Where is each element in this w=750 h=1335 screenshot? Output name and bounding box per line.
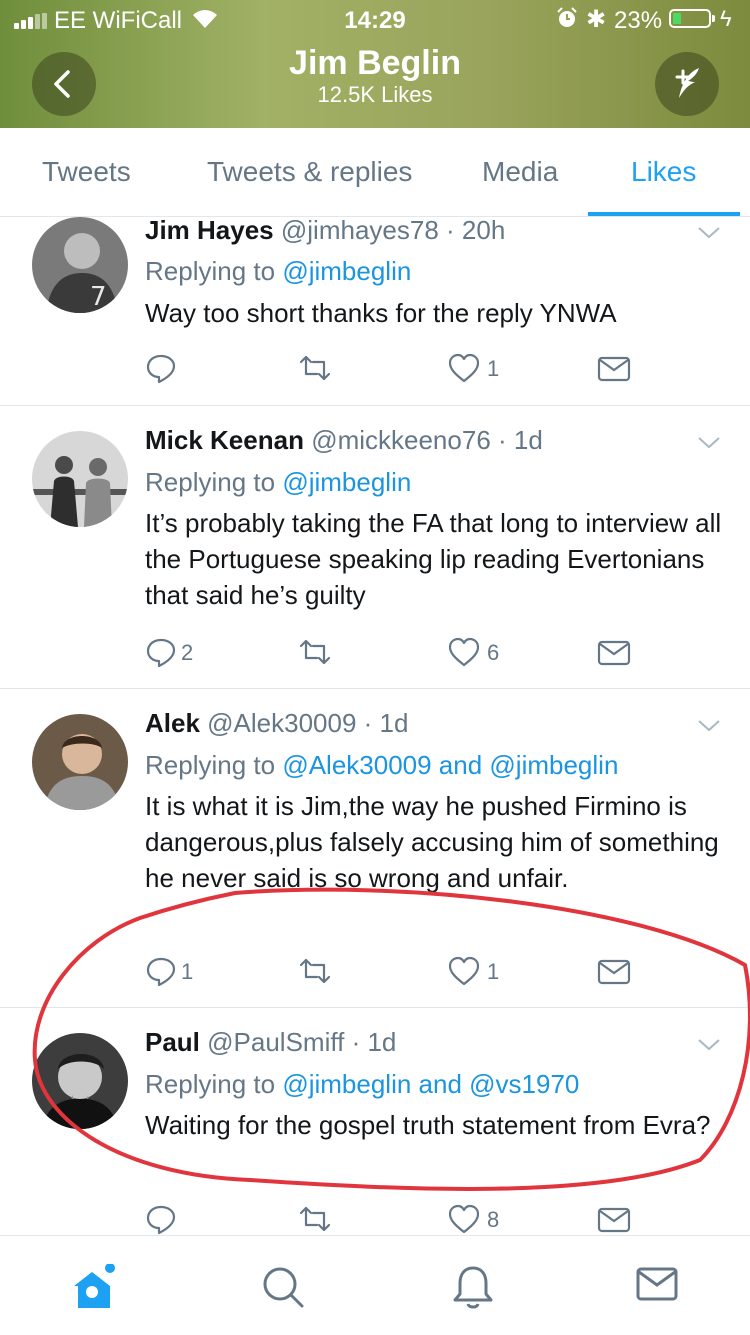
tweet-header: Mick Keenan @mickkeeno76 · 1d [145, 422, 720, 458]
heart-icon [448, 353, 480, 383]
retweet-icon [299, 639, 331, 665]
tweet[interactable]: Mick Keenan @mickkeeno76 · 1d Replying t… [0, 405, 750, 689]
charging-icon: ϟ [720, 6, 732, 31]
home-icon [74, 1263, 115, 1308]
author-name[interactable]: Paul [145, 1027, 200, 1057]
avatar[interactable] [32, 431, 128, 527]
compose-tweet-icon [675, 68, 699, 98]
active-tab-indicator [588, 212, 740, 216]
author-handle-time: @PaulSmiff · 1d [207, 1027, 397, 1057]
author-name[interactable]: Mick Keenan [145, 425, 304, 455]
mention-link[interactable]: @Alek30009 and @jimbeglin [282, 750, 618, 780]
nav-search[interactable] [260, 1264, 304, 1308]
tab-tweets[interactable]: Tweets [42, 156, 131, 188]
author-handle-time: @Alek30009 · 1d [207, 708, 409, 738]
tweet-text: Waiting for the gospel truth statement f… [145, 1110, 711, 1140]
envelope-icon [597, 356, 631, 382]
battery-icon [669, 9, 715, 28]
mention-link[interactable]: @jimbeglin [282, 467, 411, 497]
chevron-down-icon[interactable] [697, 226, 721, 240]
tab-likes[interactable]: Likes [631, 156, 696, 188]
author-name[interactable]: Jim Hayes [145, 217, 274, 245]
envelope-icon [597, 640, 631, 666]
chevron-down-icon[interactable] [697, 436, 721, 450]
reply-icon [146, 638, 176, 668]
alarm-icon [557, 7, 577, 27]
bluetooth-icon: ✱ [586, 6, 607, 33]
tweet-text: It’s probably taking the FA that long to… [145, 508, 722, 610]
compose-button[interactable] [655, 52, 719, 116]
reply-icon [146, 354, 176, 384]
tweet[interactable]: 7 Jim Hayes @jimhayes78 · 20h Replying t… [0, 217, 750, 406]
nav-messages[interactable] [636, 1264, 680, 1308]
chevron-down-icon[interactable] [697, 719, 721, 733]
author-handle-time: @mickkeeno76 · 1d [311, 425, 543, 455]
heart-icon [448, 637, 480, 667]
mention-link[interactable]: @jimbeglin and @vs1970 [282, 1069, 579, 1099]
replying-to: Replying to @Alek30009 and @jimbeglin [145, 750, 619, 780]
avatar[interactable] [32, 1033, 128, 1129]
replying-to: Replying to @jimbeglin and @vs1970 [145, 1069, 580, 1099]
status-bar: EE WiFiCall 14:29 ✱ 23% ϟ [0, 0, 750, 40]
profile-header: EE WiFiCall 14:29 ✱ 23% ϟ Jim Beglin 12.… [0, 0, 750, 128]
avatar[interactable] [32, 714, 128, 810]
tab-tweets-replies[interactable]: Tweets & replies [207, 156, 412, 188]
retweet-icon [299, 1206, 331, 1232]
envelope-icon [597, 959, 631, 985]
replying-to: Replying to @jimbeglin [145, 467, 412, 497]
tweet-actions: 8 [145, 1201, 705, 1235]
avatar[interactable]: 7 [32, 217, 128, 313]
tab-media[interactable]: Media [482, 156, 558, 188]
tweet-header: Paul @PaulSmiff · 1d [145, 1024, 720, 1060]
profile-tabs: Tweets Tweets & replies Media Likes [0, 128, 750, 217]
reply-icon [146, 957, 176, 987]
heart-icon [448, 1204, 480, 1234]
retweet-icon [299, 355, 331, 381]
messages-icon [636, 1267, 678, 1301]
tweet[interactable]: Paul @PaulSmiff · 1d Replying to @jimbeg… [0, 1007, 750, 1235]
svg-text:7: 7 [90, 282, 107, 312]
chevron-down-icon[interactable] [697, 1038, 721, 1052]
battery-percent: 23% [614, 7, 663, 34]
author-handle-time: @jimhayes78 · 20h [280, 217, 506, 245]
retweet-icon [299, 958, 331, 984]
tweet-header: Jim Hayes @jimhayes78 · 20h [145, 217, 720, 248]
tweet-actions: 1 1 [145, 953, 705, 989]
profile-name: Jim Beglin [289, 44, 461, 82]
notifications-icon [453, 1266, 493, 1309]
search-icon [263, 1267, 304, 1308]
author-name[interactable]: Alek [145, 708, 200, 738]
tweet-text: It is what it is Jim,the way he pushed F… [145, 791, 719, 893]
replying-to: Replying to @jimbeglin [145, 256, 412, 286]
likes-count: 12.5K Likes [317, 82, 433, 107]
nav-notifications[interactable] [450, 1264, 494, 1309]
bottom-navigation [0, 1235, 750, 1335]
tweet-actions: 1 [145, 350, 705, 386]
tweet-actions: 2 6 [145, 634, 705, 670]
tweet[interactable]: Alek @Alek30009 · 1d Replying to @Alek30… [0, 688, 750, 1008]
tweet-header: Alek @Alek30009 · 1d [145, 705, 720, 741]
mention-link[interactable]: @jimbeglin [282, 256, 411, 286]
tweet-text: Way too short thanks for the reply YNWA [145, 298, 617, 328]
tweet-feed[interactable]: 7 Jim Hayes @jimhayes78 · 20h Replying t… [0, 217, 750, 1235]
envelope-icon [597, 1207, 631, 1233]
reply-icon [146, 1205, 176, 1235]
nav-home[interactable] [70, 1263, 115, 1308]
heart-icon [448, 956, 480, 986]
